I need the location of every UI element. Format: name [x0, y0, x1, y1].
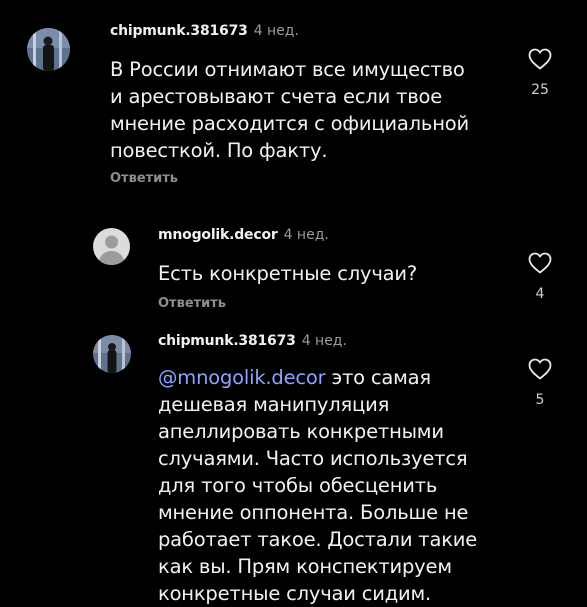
comment-text-line: работает такое. Достали такие	[158, 528, 478, 551]
comment-text-line: как вы. Прям конспектируем	[158, 555, 452, 578]
timestamp: 4 нед.	[301, 333, 347, 349]
comment-text-line: Есть конкретные случаи?	[158, 262, 418, 285]
comment-text-line: мнение оппонента. Больше не	[158, 501, 469, 524]
heart-outline-icon	[528, 252, 552, 274]
heart-outline-icon	[528, 48, 552, 70]
reply-button[interactable]: Ответить	[158, 296, 226, 311]
comment-2: mnogolik.decor 4 нед. Есть конкретные слу…	[0, 210, 587, 320]
comment-text: Есть конкретные случаи?	[158, 260, 417, 287]
default-avatar-icon	[93, 228, 130, 265]
comment-3: chipmunk.381673 4 нед. @mnogolik.decor эт…	[0, 320, 587, 605]
username[interactable]: chipmunk.381673	[110, 23, 248, 39]
comment-text-line: дешевая манипуляция	[158, 393, 390, 416]
comment-text-line: и арестовывают счета если твое	[110, 85, 443, 108]
comment-text-line: мнение расходится с официальной	[110, 112, 469, 135]
comment-text-line: повесткой. По факту.	[110, 139, 328, 162]
comment-text-line: конкретные случаи сидим.	[158, 582, 432, 605]
like-count: 25	[531, 82, 549, 98]
comment-text-line: случаями. Часто используется	[158, 447, 468, 470]
like-count: 4	[535, 286, 545, 302]
avatar[interactable]	[27, 28, 70, 71]
timestamp: 4 нед.	[253, 23, 299, 39]
comment-text-line: В России отнимают все имущество	[110, 58, 465, 81]
comment-header: chipmunk.381673 4 нед.	[110, 23, 299, 39]
user-photo-icon	[93, 335, 131, 373]
username[interactable]: chipmunk.381673	[158, 333, 296, 349]
user-photo-icon	[27, 28, 70, 71]
comment-header: mnogolik.decor 4 нед.	[158, 227, 329, 243]
comment-text-fragment: это самая	[325, 366, 431, 389]
like-button[interactable]: 4	[520, 252, 560, 302]
like-button[interactable]: 25	[520, 48, 560, 98]
like-button[interactable]: 5	[520, 358, 560, 408]
comment-header: chipmunk.381673 4 нед.	[158, 333, 347, 349]
comment-1: chipmunk.381673 4 нед. В России отнимают …	[0, 0, 587, 200]
timestamp: 4 нед.	[283, 227, 329, 243]
heart-outline-icon	[528, 358, 552, 380]
avatar[interactable]	[93, 335, 131, 373]
comment-text: В России отнимают все имущество и аресто…	[110, 56, 469, 164]
comment-text-line: апеллировать конкретными	[158, 420, 444, 443]
comment-text-line: @mnogolik.decor это самая	[158, 364, 477, 391]
mention-link[interactable]: @mnogolik.decor	[158, 366, 326, 389]
comment-text: @mnogolik.decor это самая дешевая манипу…	[158, 364, 477, 607]
comment-text-line: для того чтобы обесценить	[158, 474, 438, 497]
avatar[interactable]	[93, 228, 130, 265]
like-count: 5	[535, 392, 545, 408]
username[interactable]: mnogolik.decor	[158, 227, 278, 243]
reply-button[interactable]: Ответить	[110, 171, 178, 186]
